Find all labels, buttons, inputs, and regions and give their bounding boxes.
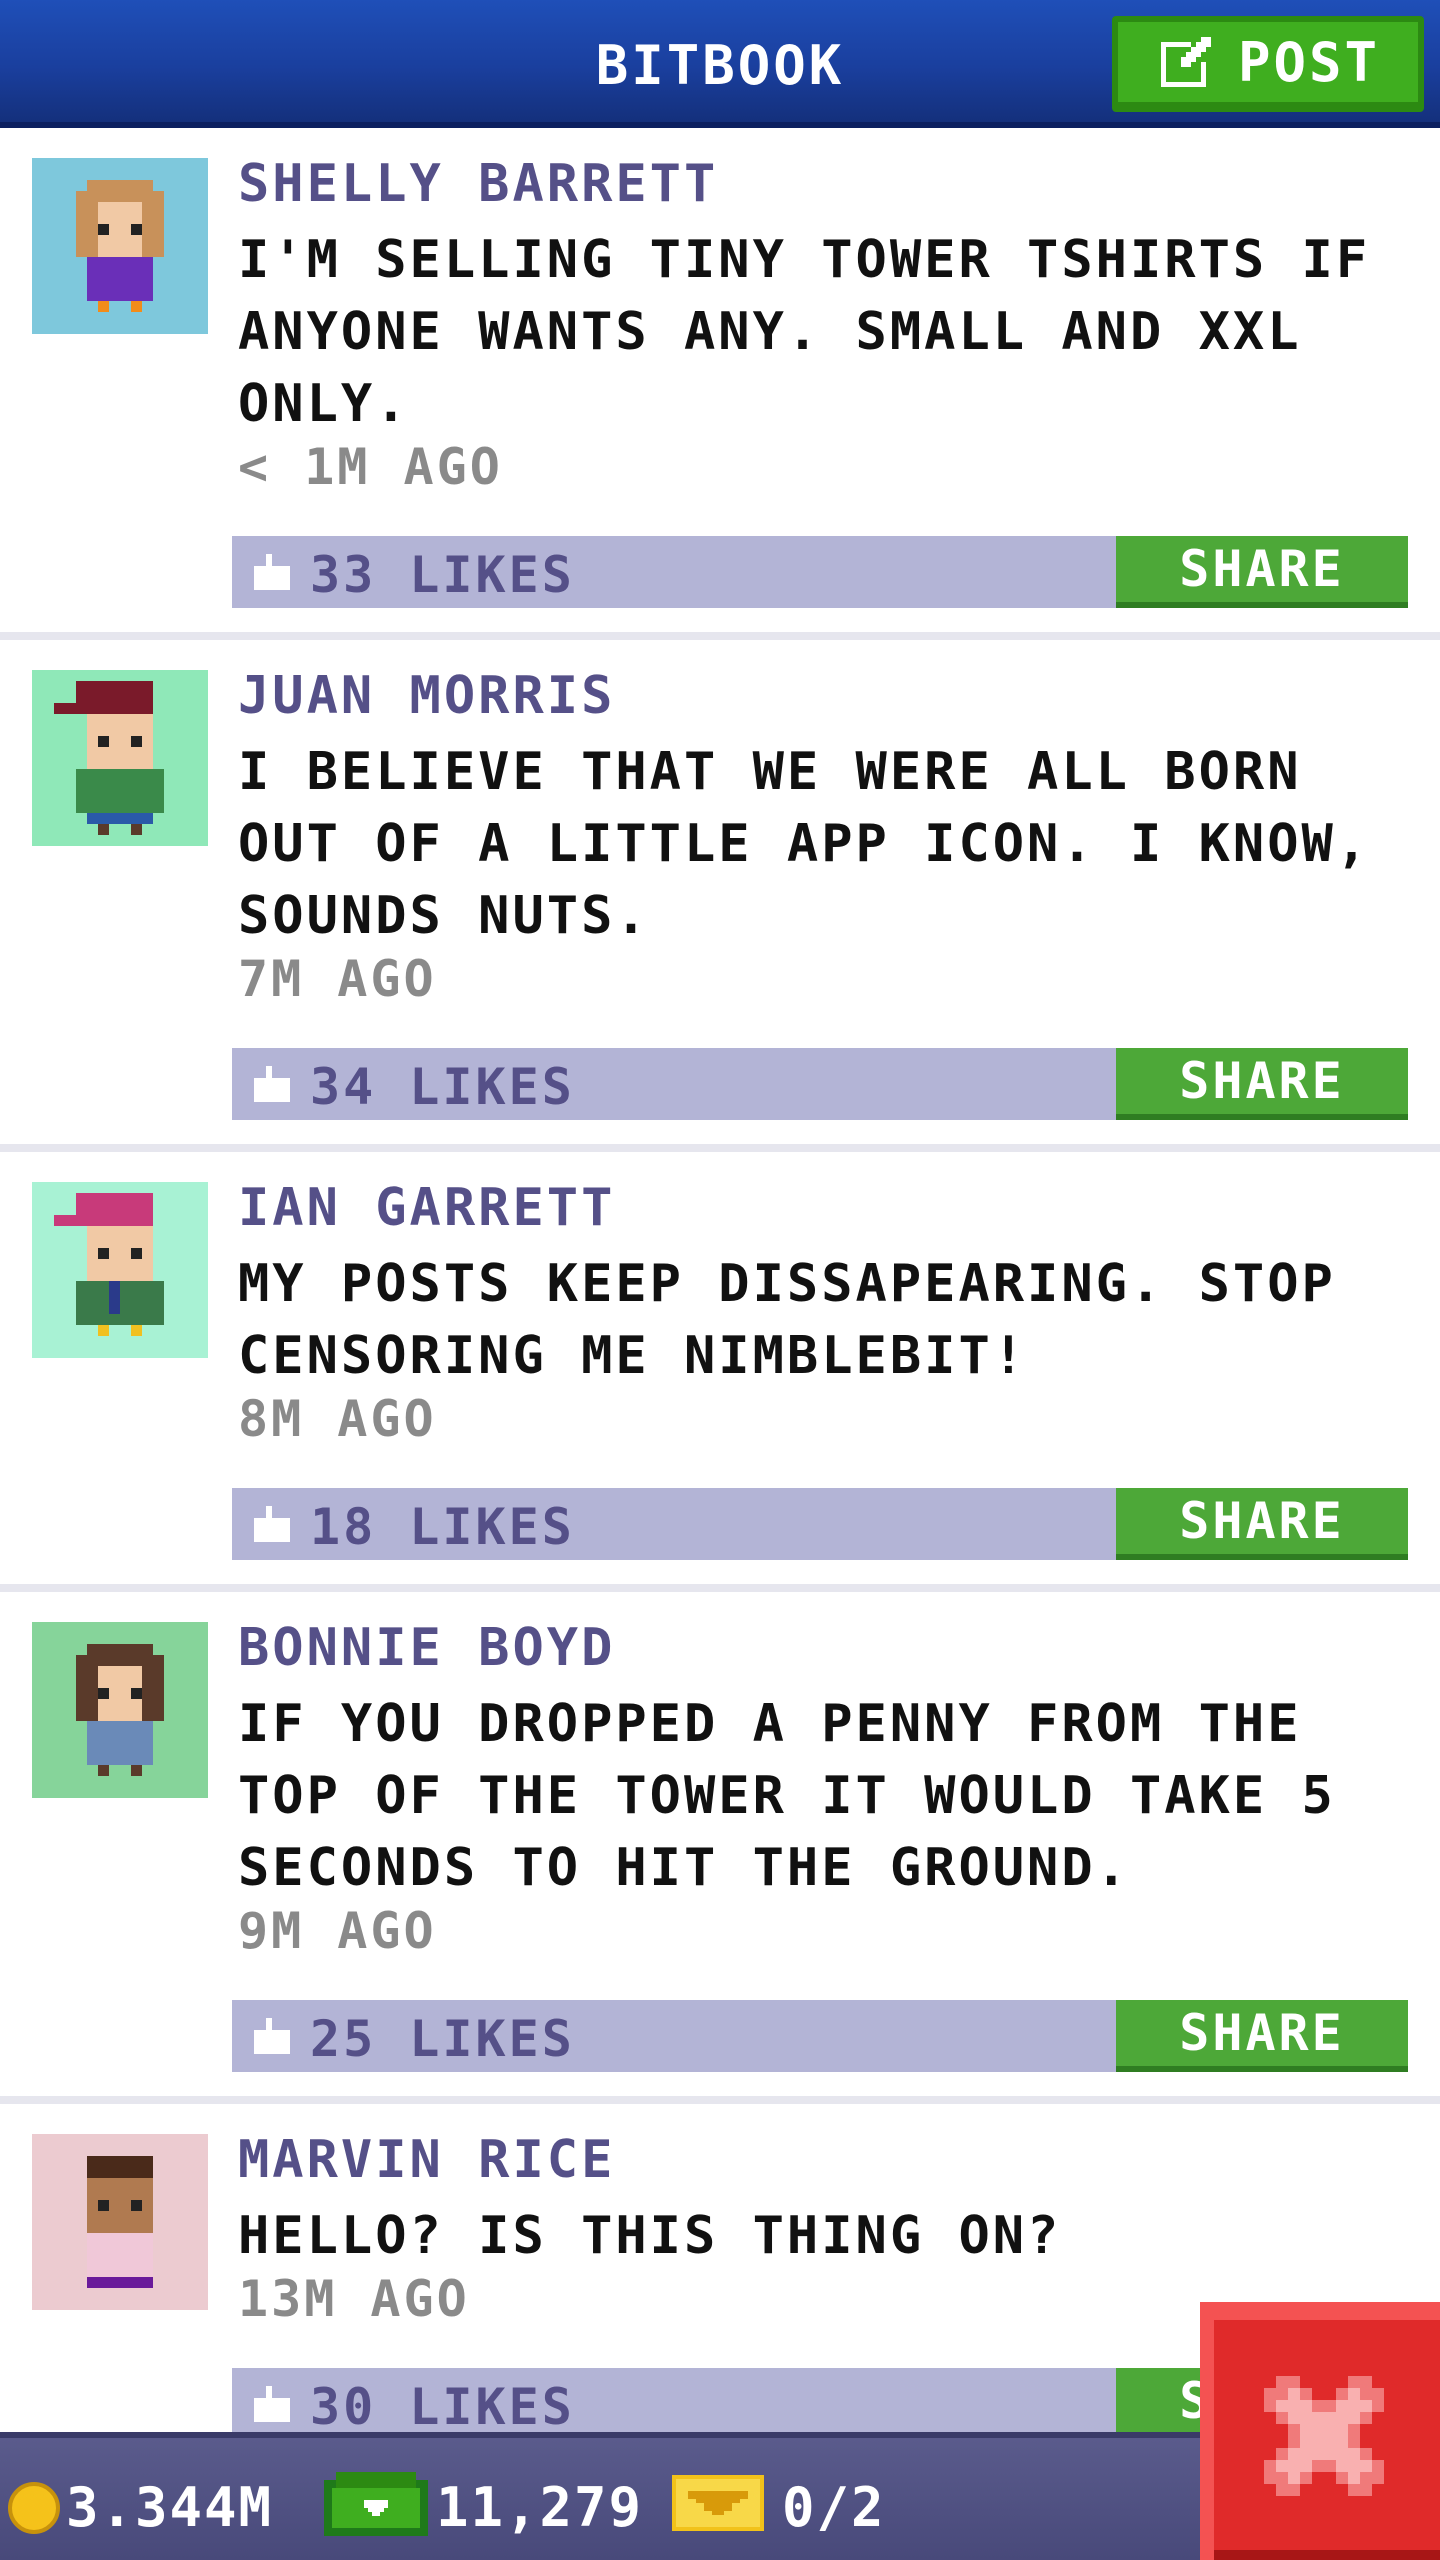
post-timestamp: 7M AGO (238, 950, 437, 1008)
share-button[interactable]: SHARE (1116, 1048, 1408, 1120)
coins-count: 3.344M (66, 2476, 274, 2539)
post-message: I BELIEVE THAT WE WERE ALL BORN OUT OF A… (238, 742, 1371, 946)
feed-post: IAN GARRETT MY POSTS KEEP DISSAPEARING. … (0, 1152, 1440, 1592)
feed-post: SHELLY BARRETT I'M SELLING TINY TOWER TS… (0, 128, 1440, 640)
likes-count: 25 LIKES (310, 2010, 575, 2068)
close-button[interactable] (1200, 2302, 1440, 2560)
share-button[interactable]: SHARE (1116, 2000, 1408, 2072)
avatar[interactable] (32, 670, 208, 846)
avatar[interactable] (32, 1622, 208, 1798)
feed-post: BONNIE BOYD IF YOU DROPPED A PENNY FROM … (0, 1592, 1440, 2104)
post-author[interactable]: BONNIE BOYD (238, 1618, 615, 1678)
post-message: IF YOU DROPPED A PENNY FROM THE TOP OF T… (238, 1694, 1336, 1898)
avatar-image (87, 2156, 153, 2288)
tickets-count: 0/2 (782, 2476, 886, 2539)
post-button[interactable]: POST (1112, 16, 1424, 112)
post-author[interactable]: JUAN MORRIS (238, 666, 615, 726)
thumbs-up-icon (254, 2386, 290, 2422)
likes-count: 34 LIKES (310, 1058, 575, 1116)
share-button[interactable]: SHARE (1116, 536, 1408, 608)
thumbs-up-icon (254, 554, 290, 590)
likes-count: 30 LIKES (310, 2378, 575, 2436)
thumbs-up-icon (254, 1506, 290, 1542)
post-timestamp: 8M AGO (238, 1390, 437, 1448)
likes-bar[interactable]: 34 LIKES SHARE (232, 1048, 1408, 1120)
share-button[interactable]: SHARE (1116, 1488, 1408, 1560)
avatar-image (54, 681, 164, 835)
bux-count: 11,279 (436, 2476, 644, 2539)
top-bar: BITBOOK POST (0, 0, 1440, 128)
close-icon (1264, 2376, 1384, 2496)
coin-icon (8, 2482, 60, 2534)
likes-count: 18 LIKES (310, 1498, 575, 1556)
likes-count: 33 LIKES (310, 546, 575, 604)
avatar[interactable] (32, 2134, 208, 2310)
post-message: HELLO? IS THIS THING ON? (238, 2206, 1062, 2266)
compose-icon (1160, 37, 1211, 87)
likes-bar[interactable]: 18 LIKES SHARE (232, 1488, 1408, 1560)
likes-bar[interactable]: 33 LIKES SHARE (232, 536, 1408, 608)
post-button-label: POST (1237, 30, 1381, 94)
ticket-icon (672, 2475, 764, 2531)
post-timestamp: < 1M AGO (238, 438, 503, 496)
post-author[interactable]: MARVIN RICE (238, 2130, 615, 2190)
post-author[interactable]: SHELLY BARRETT (238, 154, 718, 214)
avatar[interactable] (32, 1182, 208, 1358)
post-message: MY POSTS KEEP DISSAPEARING. STOP CENSORI… (238, 1254, 1336, 1386)
likes-bar[interactable]: 25 LIKES SHARE (232, 2000, 1408, 2072)
avatar-image (54, 1193, 164, 1336)
post-timestamp: 13M AGO (238, 2270, 470, 2328)
post-message: I'M SELLING TINY TOWER TSHIRTS IF ANYONE… (238, 230, 1371, 434)
feed-list[interactable]: SHELLY BARRETT I'M SELLING TINY TOWER TS… (0, 128, 1440, 2544)
avatar-image (76, 180, 164, 312)
avatar[interactable] (32, 158, 208, 334)
thumbs-up-icon (254, 1066, 290, 1102)
post-timestamp: 9M AGO (238, 1902, 437, 1960)
bux-icon (324, 2472, 428, 2536)
feed-post: JUAN MORRIS I BELIEVE THAT WE WERE ALL B… (0, 640, 1440, 1152)
avatar-image (76, 1644, 164, 1776)
post-author[interactable]: IAN GARRETT (238, 1178, 615, 1238)
thumbs-up-icon (254, 2018, 290, 2054)
